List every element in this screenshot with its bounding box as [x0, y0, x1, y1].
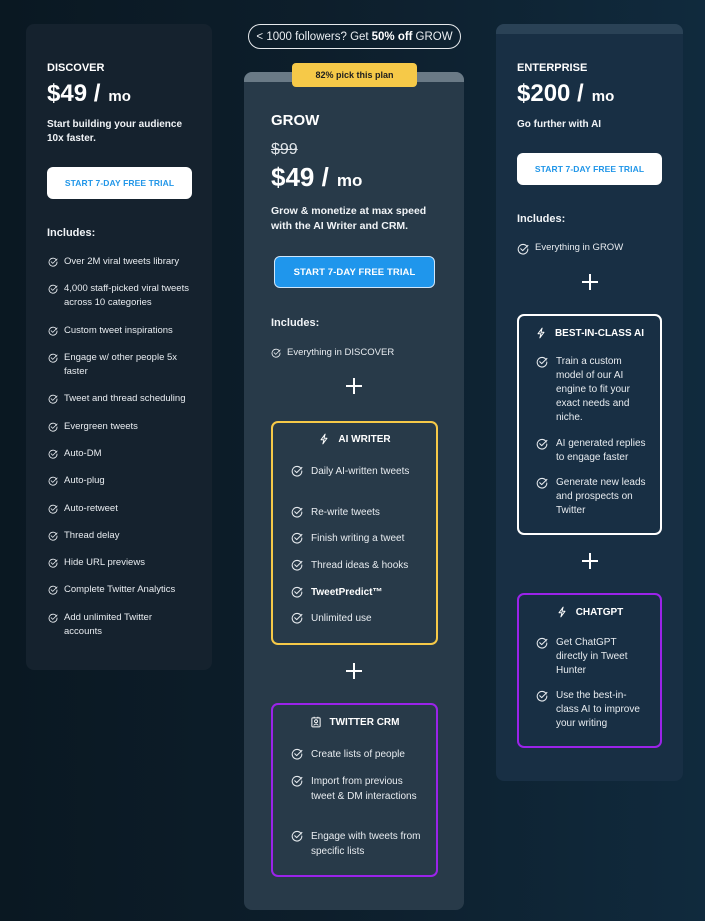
- feature-item: TweetPredict™: [291, 585, 431, 600]
- price-period: mo: [108, 88, 131, 105]
- feature-item: Everything in GROW: [517, 241, 677, 255]
- feature-item: Evergreen tweets: [48, 420, 208, 434]
- plan-name-discover: DISCOVER: [47, 62, 105, 74]
- feature-item: AI generated replies to engage faster: [536, 437, 654, 465]
- feature-item: Engage w/ other people 5x faster: [48, 351, 198, 379]
- price-enterprise: $200 / mo: [517, 80, 614, 108]
- card-top-accent: [496, 24, 683, 34]
- price-amount: $49 /: [47, 80, 101, 107]
- feature-item: Get ChatGPT directly in Tweet Hunter: [536, 636, 646, 678]
- check-circle-icon: [48, 449, 58, 459]
- check-circle-icon: [536, 637, 548, 649]
- feature-item: Over 2M viral tweets library: [48, 255, 208, 269]
- feature-item: Generate new leads and prospects on Twit…: [536, 476, 654, 518]
- contact-card-icon: [310, 716, 322, 728]
- box-title: CHATGPT: [519, 606, 660, 618]
- check-circle-icon: [271, 348, 281, 358]
- price-period: mo: [336, 171, 363, 190]
- start-trial-button-discover[interactable]: START 7-DAY FREE TRIAL: [47, 167, 192, 199]
- price-discover: $49 / mo: [47, 80, 131, 108]
- feature-item: Thread ideas & hooks: [291, 558, 431, 573]
- box-title: AI WRITER: [273, 433, 436, 445]
- check-circle-icon: [291, 748, 303, 760]
- feature-item: Tweet and thread scheduling: [48, 392, 208, 406]
- plus-icon: [582, 274, 598, 290]
- check-circle-icon: [291, 586, 303, 598]
- check-circle-icon: [48, 394, 58, 404]
- lightning-icon: [318, 433, 330, 445]
- check-circle-icon: [536, 690, 548, 702]
- check-circle-icon: [48, 558, 58, 568]
- check-circle-icon: [48, 531, 58, 541]
- check-circle-icon: [48, 284, 58, 294]
- promo-prefix: < 1000 followers? Get: [256, 30, 369, 43]
- feature-item: Daily AI-written tweets: [291, 464, 426, 479]
- check-circle-icon: [48, 504, 58, 514]
- price-grow: $49 / mo: [271, 162, 362, 193]
- lightning-icon: [556, 606, 568, 618]
- feature-item: Create lists of people: [291, 747, 431, 762]
- plus-icon: [346, 663, 362, 679]
- box-title: BEST-IN-CLASS AI: [519, 327, 660, 339]
- check-circle-icon: [536, 356, 548, 368]
- feature-item: Hide URL previews: [48, 556, 208, 570]
- promo-highlight: 50% off: [371, 30, 413, 43]
- feature-item: Re-write tweets: [291, 505, 431, 520]
- promo-suffix: GROW: [415, 30, 453, 43]
- check-circle-icon: [291, 506, 303, 518]
- check-circle-icon: [48, 326, 58, 336]
- includes-label-discover: Includes:: [47, 227, 96, 239]
- lightning-icon: [535, 327, 547, 339]
- feature-item: Train a custom model of our AI engine to…: [536, 355, 651, 425]
- check-circle-icon: [291, 465, 303, 477]
- price-period: mo: [591, 88, 615, 105]
- feature-item: Finish writing a tweet: [291, 531, 431, 546]
- check-circle-icon: [48, 585, 58, 595]
- plan-name-enterprise: ENTERPRISE: [517, 62, 588, 74]
- plan-name-grow: GROW: [271, 112, 320, 129]
- check-circle-icon: [536, 438, 548, 450]
- check-circle-icon: [291, 532, 303, 544]
- feature-item: Add unlimited Twitter accounts: [48, 611, 188, 639]
- feature-item: Engage with tweets from specific lists: [291, 829, 426, 859]
- feature-item: Auto-retweet: [48, 502, 208, 516]
- popular-plan-badge: 82% pick this plan: [292, 63, 417, 87]
- plus-icon: [582, 553, 598, 569]
- discount-promo-banner[interactable]: < 1000 followers? Get 50% off GROW: [248, 24, 461, 49]
- feature-item: Thread delay: [48, 529, 208, 543]
- plan-description-enterprise: Go further with AI: [517, 119, 602, 130]
- plan-description-discover: Start building your audience 10x faster.: [47, 119, 183, 144]
- check-circle-icon: [291, 775, 303, 787]
- check-circle-icon: [291, 830, 303, 842]
- feature-item: Complete Twitter Analytics: [48, 583, 208, 597]
- price-amount: $49 /: [271, 162, 329, 192]
- check-circle-icon: [48, 257, 58, 267]
- old-price-grow: $99: [271, 141, 298, 158]
- includes-label-grow: Includes:: [271, 317, 320, 329]
- check-circle-icon: [536, 477, 548, 489]
- feature-item: Custom tweet inspirations: [48, 324, 208, 338]
- feature-item: Everything in DISCOVER: [271, 346, 451, 360]
- start-trial-button-enterprise[interactable]: START 7-DAY FREE TRIAL: [517, 153, 662, 185]
- feature-item: 4,000 staff-picked viral tweets across 1…: [48, 282, 208, 310]
- check-circle-icon: [48, 476, 58, 486]
- feature-item: Import from previous tweet & DM interact…: [291, 774, 426, 804]
- check-circle-icon: [48, 353, 58, 363]
- plus-icon: [346, 378, 362, 394]
- price-amount: $200 /: [517, 80, 584, 107]
- check-circle-icon: [291, 612, 303, 624]
- start-trial-button-grow[interactable]: START 7-DAY FREE TRIAL: [274, 256, 435, 288]
- check-circle-icon: [48, 613, 58, 623]
- feature-item: Auto-DM: [48, 447, 208, 461]
- plan-description-grow: Grow & monetize at max speed with the AI…: [271, 205, 427, 232]
- check-circle-icon: [291, 559, 303, 571]
- feature-item: Unlimited use: [291, 611, 431, 626]
- includes-label-enterprise: Includes:: [517, 213, 566, 225]
- check-circle-icon: [517, 243, 529, 255]
- feature-item: Auto-plug: [48, 474, 208, 488]
- feature-item: Use the best-in-class AI to improve your…: [536, 689, 648, 731]
- box-title: TWITTER CRM: [273, 716, 436, 728]
- check-circle-icon: [48, 422, 58, 432]
